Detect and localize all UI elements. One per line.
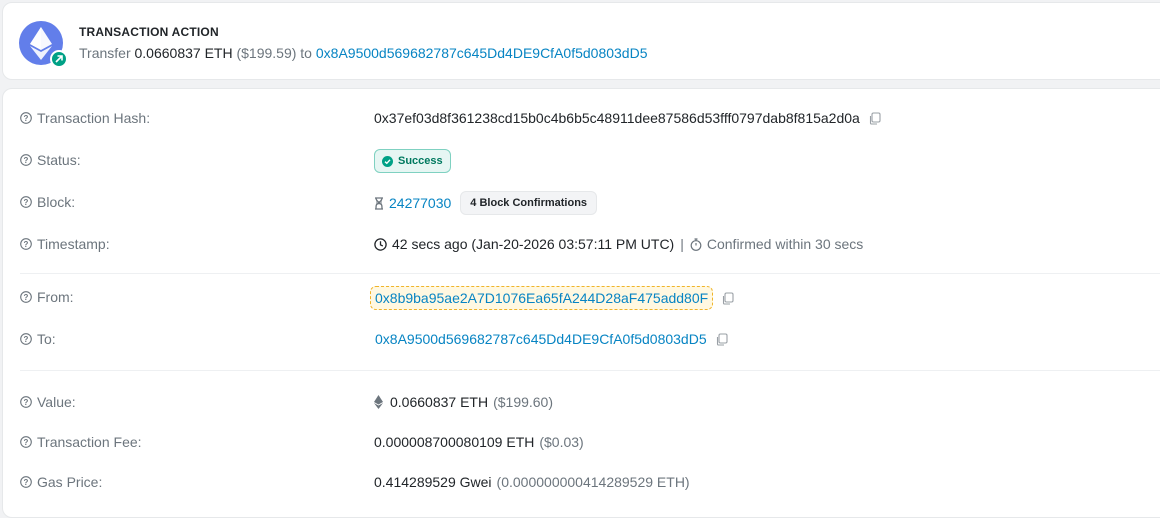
help-icon[interactable]: ? — [20, 333, 32, 345]
timestamp-label: Timestamp: — [37, 236, 110, 252]
row-status: ? Status: Success — [0, 149, 1160, 173]
help-icon[interactable]: ? — [20, 112, 32, 124]
row-from: ? From: 0x8b9ba95ae2A7D1076Ea65fA244D28a… — [0, 286, 1160, 310]
copy-icon[interactable] — [721, 291, 734, 305]
action-amount-usd: ($199.59) — [236, 45, 297, 61]
svg-text:?: ? — [24, 156, 29, 165]
svg-text:?: ? — [24, 293, 29, 302]
help-icon[interactable]: ? — [20, 476, 32, 488]
value-usd: ($199.60) — [493, 394, 554, 410]
svg-text:?: ? — [24, 438, 29, 447]
block-label: Block: — [37, 194, 76, 210]
section-divider — [20, 273, 1160, 274]
action-amount: 0.0660837 ETH — [134, 45, 233, 61]
row-transaction-hash: ? Transaction Hash: 0x37ef03d8f361238cd1… — [0, 107, 1160, 131]
block-confirmations-badge: 4 Block Confirmations — [460, 191, 598, 215]
help-icon[interactable]: ? — [20, 436, 32, 448]
svg-text:?: ? — [24, 114, 29, 123]
help-icon[interactable]: ? — [20, 196, 32, 208]
check-circle-icon — [382, 155, 393, 167]
timestamp-value: 42 secs ago (Jan-20-2026 03:57:11 PM UTC… — [392, 236, 675, 252]
hourglass-icon — [375, 196, 383, 210]
help-icon[interactable]: ? — [20, 396, 32, 408]
row-gas-price: ? Gas Price: 0.414289529 Gwei (0.0000000… — [0, 471, 1160, 495]
help-icon[interactable]: ? — [20, 291, 32, 303]
transaction-action-card: TRANSACTION ACTION Transfer 0.0660837 ET… — [2, 2, 1160, 80]
transaction-hash-label: Transaction Hash: — [37, 110, 151, 126]
value-amount: 0.0660837 ETH — [390, 394, 489, 410]
row-block: ? Block: 24277030 4 Block Confirmations — [0, 191, 1160, 215]
action-verb: Transfer — [79, 45, 131, 61]
to-label: To: — [37, 331, 56, 347]
value-label: Value: — [37, 394, 76, 410]
action-to-address-link[interactable]: 0x8A9500d569682787c645Dd4DE9CfA0f5d0803d… — [316, 45, 648, 61]
eth-diamond-icon — [374, 395, 383, 409]
section-divider — [20, 370, 1160, 371]
from-label: From: — [37, 289, 74, 305]
status-label: Status: — [37, 152, 81, 168]
to-address-link[interactable]: 0x8A9500d569682787c645Dd4DE9CfA0f5d0803d… — [375, 331, 707, 347]
timestamp-separator: | — [680, 236, 684, 252]
gas-price-amount: 0.414289529 Gwei — [374, 474, 492, 490]
transaction-fee-amount: 0.000008700080109 ETH — [374, 434, 535, 450]
svg-text:?: ? — [24, 335, 29, 344]
row-to: ? To: 0x8A9500d569682787c645Dd4DE9CfA0f5… — [0, 328, 1160, 352]
gas-price-eth: (0.000000000414289529 ETH) — [496, 474, 690, 490]
status-value: Success — [398, 155, 443, 167]
clock-icon — [374, 237, 387, 251]
svg-text:?: ? — [24, 478, 29, 487]
transaction-action-summary: Transfer 0.0660837 ETH ($199.59) to 0x8A… — [79, 45, 647, 61]
svg-text:?: ? — [24, 398, 29, 407]
help-icon[interactable]: ? — [20, 154, 32, 166]
confirmed-within-value: Confirmed within 30 secs — [706, 236, 864, 252]
svg-text:?: ? — [24, 240, 29, 249]
block-number-link[interactable]: 24277030 — [389, 195, 451, 211]
status-badge: Success — [374, 149, 451, 173]
row-value: ? Value: 0.0660837 ETH ($199.60) — [0, 391, 1160, 415]
gas-price-label: Gas Price: — [37, 474, 103, 490]
copy-icon[interactable] — [868, 111, 881, 125]
transaction-hash-value: 0x37ef03d8f361238cd15b0c4b6b5c48911dee87… — [374, 110, 860, 126]
outgoing-arrow-icon — [50, 50, 68, 68]
transaction-action-title: TRANSACTION ACTION — [79, 25, 219, 39]
transaction-fee-usd: ($0.03) — [539, 434, 584, 450]
stopwatch-icon — [690, 237, 702, 251]
action-to-word: to — [300, 45, 312, 61]
row-transaction-fee: ? Transaction Fee: 0.000008700080109 ETH… — [0, 431, 1160, 455]
svg-text:?: ? — [24, 198, 29, 207]
help-icon[interactable]: ? — [20, 238, 32, 250]
from-address-link[interactable]: 0x8b9ba95ae2A7D1076Ea65fA244D28aF475add8… — [370, 286, 714, 310]
transaction-fee-label: Transaction Fee: — [37, 434, 142, 450]
copy-icon[interactable] — [715, 332, 728, 346]
row-timestamp: ? Timestamp: 42 secs ago (Jan-20-2026 03… — [0, 233, 1160, 257]
